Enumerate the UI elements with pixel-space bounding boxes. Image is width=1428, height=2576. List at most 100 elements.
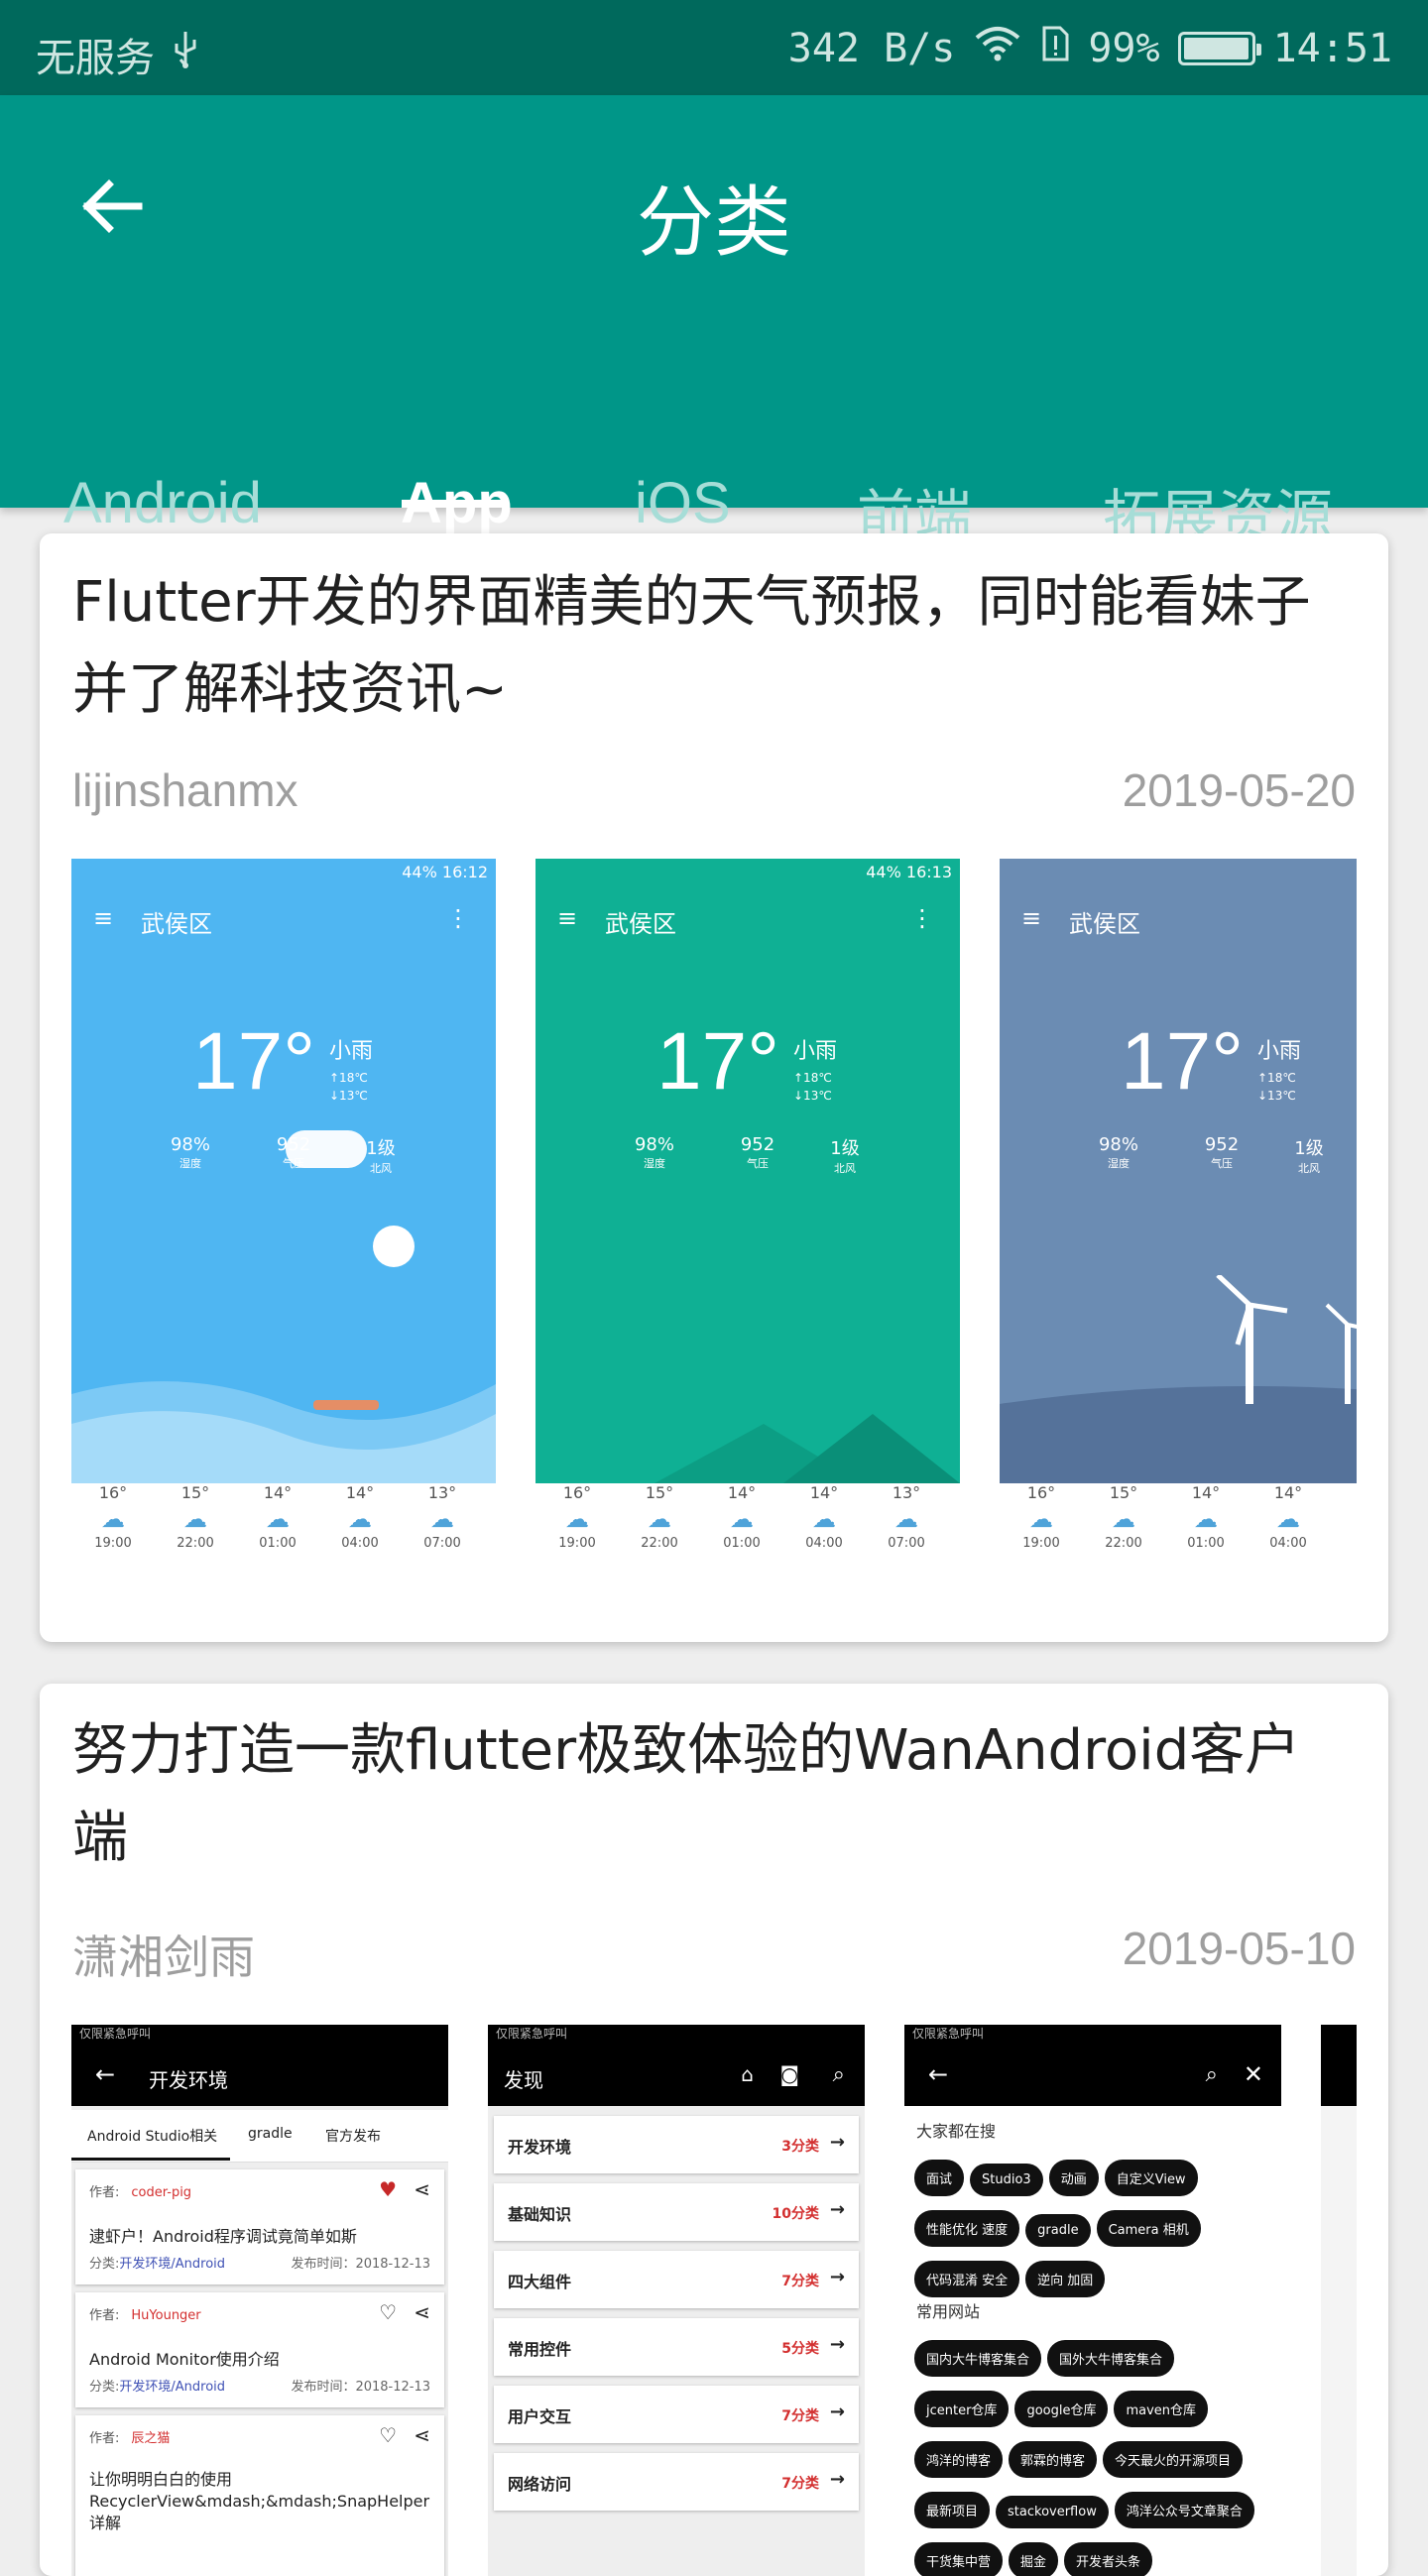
hot-search-chips: 面试 Studio3 动画 自定义View 性能优化 速度 gradle Camera 相机… xyxy=(914,2160,1275,2311)
arrow-forward-icon: → xyxy=(829,2334,845,2355)
tab-android[interactable]: Android xyxy=(63,470,262,536)
screenshot-gallery[interactable]: 仅限紧急呼叫 ← 开发环境 Android Studio相关 gradle 官方发… xyxy=(71,2025,1357,2576)
tag-chip: Studio3 xyxy=(970,2164,1043,2196)
tag-chip: 自定义View xyxy=(1104,2160,1198,2196)
mountains-decoration xyxy=(654,1414,960,1483)
tag-chip: 逆向 加固 xyxy=(1025,2261,1106,2297)
phone-status-bar: 44% 16:13 xyxy=(866,863,952,881)
rain-cloud-icon: ☁ xyxy=(730,1505,754,1533)
tag-chip: 代码混淆 安全 xyxy=(914,2261,1020,2297)
phone-status-bar: 44 xyxy=(1000,859,1357,886)
tag-chip: 动画 xyxy=(1048,2160,1099,2196)
phone-app-bar: 发现 ⌕ ◙ ⌂ xyxy=(488,2047,865,2106)
weather-range: ↑18℃ ↓13℃ xyxy=(793,1071,832,1103)
project-author: 潇湘剑雨 xyxy=(72,1932,255,1983)
search-icon: ⌕ xyxy=(832,2062,845,2087)
arrow-forward-icon: → xyxy=(829,2469,845,2490)
windmill-decoration xyxy=(1216,1275,1357,1404)
arrow-back-icon: ← xyxy=(928,2060,949,2088)
hourly-forecast: 16° ☁ 19:00 15° ☁ 22:00 14° ☁ 01:00 14° ☁ 04:00 … xyxy=(71,1483,496,1579)
weather-temp: 17° xyxy=(1121,1016,1245,1107)
list-item: 作者: HuYounger ♡ ⋖ Android Monitor使用介绍 分类:开… xyxy=(75,2292,444,2407)
app-bar: 分类 Android App iOS 前端 拓展资源 xyxy=(0,95,1428,549)
tag-chip: 开发者头条 xyxy=(1064,2542,1153,2576)
rain-cloud-icon: ☁ xyxy=(1194,1505,1218,1533)
screenshot-dev-env[interactable]: 仅限紧急呼叫 ← 开发环境 Android Studio相关 gradle 官方发… xyxy=(71,2025,448,2576)
sun-decoration xyxy=(373,1226,415,1267)
tag-chip: 今天最火的开源项目 xyxy=(1103,2441,1244,2478)
project-card[interactable]: 努力打造一款flutter极致体验的WanAndroid客户端 潇湘剑雨 201… xyxy=(40,1684,1388,2576)
project-title[interactable]: 努力打造一款flutter极致体验的WanAndroid客户端 xyxy=(72,1707,1329,1882)
tag-chip: Camera 相机 xyxy=(1096,2210,1201,2247)
rain-cloud-icon: ☁ xyxy=(1029,1505,1053,1533)
screenshot-discover[interactable]: 仅限紧急呼叫 发现 ⌕ ◙ ⌂ 开发环境 3分类 → 基础知识 10分类 → 四大组件 7分类 →… xyxy=(488,2025,865,2576)
phone-status-bar: 仅限紧急呼叫 xyxy=(71,2025,448,2047)
tag-chip: 性能优化 速度 xyxy=(914,2210,1020,2247)
tag-chip: 国外大牛博客集合 xyxy=(1047,2340,1175,2377)
tab-ios[interactable]: iOS xyxy=(635,470,731,536)
arrow-forward-icon: → xyxy=(829,2401,845,2422)
bank-icon: ⌂ xyxy=(741,2062,754,2086)
clock: 14:51 xyxy=(1272,26,1392,71)
rain-cloud-icon: ☁ xyxy=(648,1505,671,1533)
rain-cloud-icon: ☁ xyxy=(266,1505,290,1533)
project-card[interactable]: Flutter开发的界面精美的天气预报，同时能看妹子并了解科技资讯~ lijin… xyxy=(40,533,1388,1642)
search-icon: ⌕ xyxy=(1205,2062,1218,2087)
menu-icon: ≡ xyxy=(1021,904,1042,932)
list-item: 作者: coder-pig ♥ ⋖ 逮虾户！Android程序调试竟简单如斯 分类:… xyxy=(75,2169,444,2284)
weather-city: 武侯区 xyxy=(605,910,676,938)
category-row: 常用控件 5分类 → xyxy=(494,2318,859,2376)
category-row: 开发环境 3分类 → xyxy=(494,2116,859,2173)
project-author: lijinshanmx xyxy=(72,764,298,816)
screenshot-weather-rain[interactable]: 44% 16:12 ≡ 武侯区 ⋮ 17° 小雨 ↑18℃ ↓13℃ 98% 湿度 … xyxy=(71,859,496,1592)
project-title[interactable]: Flutter开发的界面精美的天气预报，同时能看妹子并了解科技资讯~ xyxy=(72,559,1329,734)
tag-chip: gradle xyxy=(1025,2214,1091,2247)
carrier-text: 无服务 xyxy=(36,36,155,81)
project-date: 2019-05-10 xyxy=(1122,1923,1356,1974)
category-row: 基础知识 10分类 → xyxy=(494,2183,859,2241)
website-chips: 国内大牛博客集合 国外大牛博客集合 jcenter仓库 google仓库 maven仓库… xyxy=(914,2340,1275,2576)
tag-chip: 鸿洋的博客 xyxy=(914,2441,1004,2478)
tag-chip: 干货集中营 xyxy=(914,2542,1004,2576)
screenshot-home[interactable] xyxy=(1321,2025,1357,2576)
menu-icon: ≡ xyxy=(557,904,578,932)
share-icon: ⋖ xyxy=(414,2177,430,2201)
weather-city: 武侯区 xyxy=(1069,910,1140,938)
tag-chip: stackoverflow xyxy=(996,2496,1109,2528)
project-date: 2019-05-20 xyxy=(1122,764,1356,816)
hourly-forecast: 16° ☁ 19:00 15° ☁ 22:00 14° ☁ 01:00 14° ☁ 04:00 xyxy=(1000,1483,1357,1579)
screenshot-gallery[interactable]: 44% 16:12 ≡ 武侯区 ⋮ 17° 小雨 ↑18℃ ↓13℃ 98% 湿度 … xyxy=(71,859,1357,1592)
rain-cloud-icon: ☁ xyxy=(183,1505,207,1533)
screenshot-search[interactable]: 仅限紧急呼叫 ← ⌕ ✕ 大家都在搜 面试 Studio3 动画 自定义View 性能优化 … xyxy=(904,2025,1281,2576)
waves-decoration xyxy=(71,1381,496,1483)
heart-icon: ♥ xyxy=(379,2177,397,2201)
rain-cloud-icon: ☁ xyxy=(565,1505,589,1533)
screenshot-weather-snow[interactable]: 44% 16:13 ≡ 武侯区 ⋮ 17° 小雨 ↑18℃ ↓13℃ 98% 湿度 … xyxy=(536,859,960,1592)
wifi-icon xyxy=(973,24,1022,73)
tab-indicator xyxy=(402,500,507,508)
status-bar: 无服务 342 B/s 99% 14:51 xyxy=(0,0,1428,95)
weather-temp: 17° xyxy=(192,1016,316,1107)
arrow-forward-icon: → xyxy=(829,2199,845,2220)
usb-icon xyxy=(169,30,202,79)
tag-chip: 最新项目 xyxy=(914,2492,991,2528)
section-label: 大家都在搜 xyxy=(916,2122,997,2141)
phone-status-bar: 仅限紧急呼叫 xyxy=(488,2025,865,2047)
rain-cloud-icon: ☁ xyxy=(348,1505,372,1533)
list-item: 作者: 辰之猫 ♡ ⋖ 让你明明白白的使用RecyclerView&mdash;&m… xyxy=(75,2415,444,2576)
category-row: 用户交互 7分类 → xyxy=(494,2386,859,2443)
tag-chip: 国内大牛博客集合 xyxy=(914,2340,1042,2377)
phone-search-bar: ← ⌕ ✕ xyxy=(904,2047,1281,2106)
screenshot-weather-wind[interactable]: 44 ≡ 武侯区 17° 小雨 ↑18℃↓13℃ 98%湿度 952气压 1级北… xyxy=(1000,859,1357,1592)
rain-cloud-icon: ☁ xyxy=(101,1505,125,1533)
rain-cloud-icon: ☁ xyxy=(430,1505,454,1533)
tag-chip: 郭霖的博客 xyxy=(1009,2441,1098,2478)
share-icon: ⋖ xyxy=(414,2423,430,2447)
menu-icon: ≡ xyxy=(93,904,114,932)
weather-cond: 小雨 xyxy=(1257,1039,1302,1064)
category-row: 四大组件 7分类 → xyxy=(494,2251,859,2308)
weather-range: ↑18℃ ↓13℃ xyxy=(1257,1071,1296,1103)
tag-chip: 掘金 xyxy=(1009,2542,1059,2576)
network-speed: 342 B/s xyxy=(787,26,956,71)
page-title: 分类 xyxy=(636,178,791,268)
